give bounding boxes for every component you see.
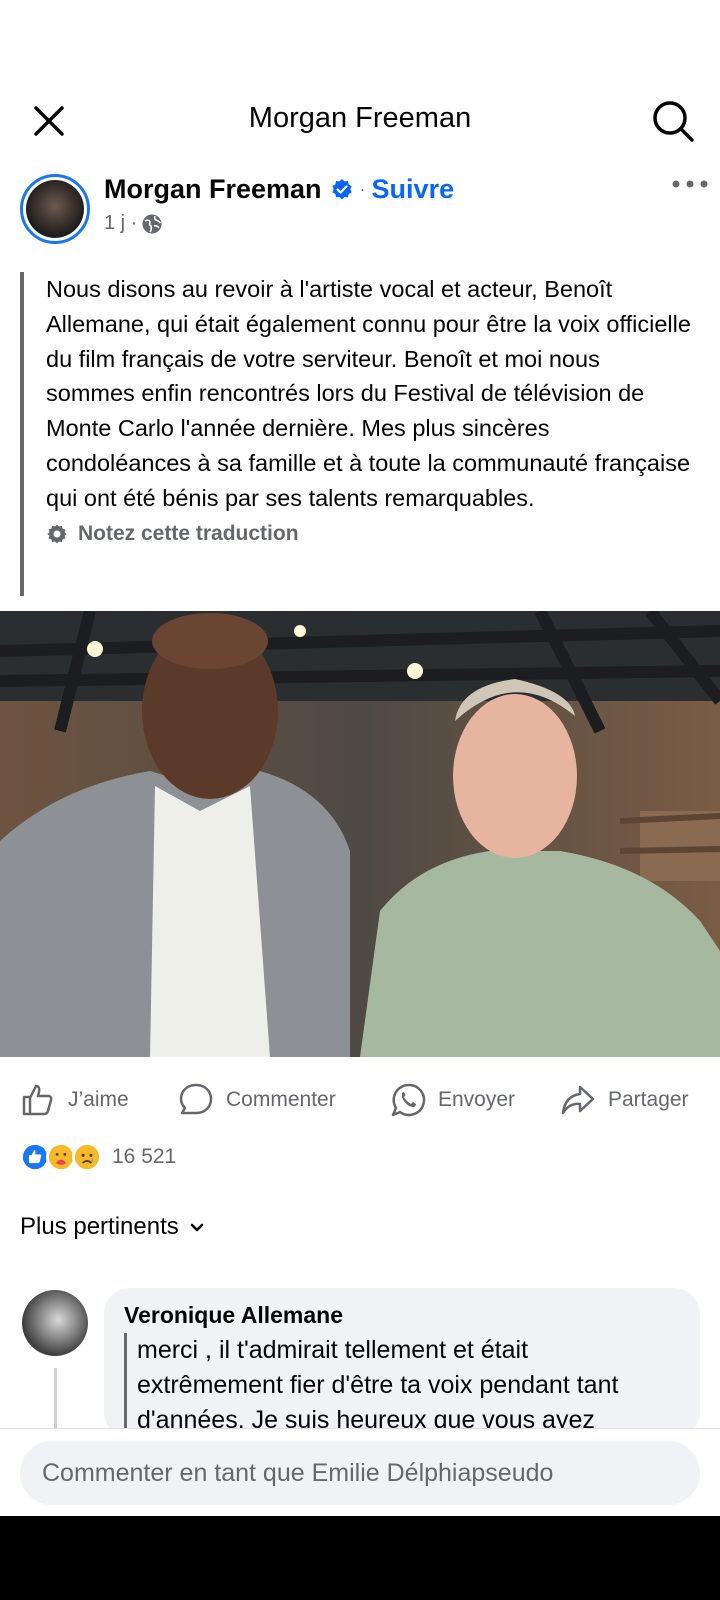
page-title: Morgan Freeman <box>248 102 472 134</box>
like-button[interactable]: J’aime <box>20 1082 129 1118</box>
post-text-block: Nous disons au revoir à l'artiste vocal … <box>20 272 692 596</box>
photo-illustration <box>0 611 720 1057</box>
system-navigation-bar <box>0 1516 720 1600</box>
comment-label: Commenter <box>226 1088 336 1111</box>
send-label: Envoyer <box>438 1088 516 1111</box>
comment-input-placeholder: Commenter en tant que Emilie Délphiapseu… <box>42 1458 554 1487</box>
comment-button[interactable]: Commenter <box>178 1082 336 1118</box>
post-header: Morgan Freeman · Suivre 1 j · <box>20 172 710 248</box>
follow-button[interactable]: Suivre <box>372 174 455 205</box>
thread-line <box>54 1368 57 1428</box>
comment-input[interactable]: Commenter en tant que Emilie Délphiapseu… <box>20 1441 700 1505</box>
action-bar: J’aime Commenter Envoyer Partager <box>0 1070 720 1130</box>
comment-item: Veronique Allemane merci , il t'admirait… <box>20 1288 700 1438</box>
verified-badge-icon <box>331 178 352 199</box>
whatsapp-icon <box>391 1083 426 1117</box>
post-text: Nous disons au revoir à l'artiste vocal … <box>46 276 691 511</box>
share-icon <box>561 1085 595 1115</box>
top-bar: Morgan Freeman <box>0 80 720 160</box>
post-time: 1 j · <box>104 212 138 234</box>
search-icon[interactable] <box>650 98 696 144</box>
rate-translation-label: Notez cette traduction <box>78 521 299 545</box>
share-label: Partager <box>608 1088 689 1111</box>
comment-bubble[interactable]: Veronique Allemane merci , il t'admirait… <box>104 1288 700 1438</box>
like-label: J’aime <box>68 1088 129 1111</box>
commenter-avatar[interactable] <box>22 1290 88 1356</box>
rate-translation[interactable]: Notez cette traduction <box>46 522 692 546</box>
more-options-icon[interactable] <box>670 172 710 196</box>
globe-icon <box>142 214 162 233</box>
sort-label: Plus pertinents <box>20 1213 179 1240</box>
chevron-down-icon <box>190 1223 204 1232</box>
author-avatar[interactable] <box>20 174 90 244</box>
post-meta: 1 j · <box>104 212 163 235</box>
reaction-count: 16 521 <box>112 1145 177 1168</box>
comment-icon <box>179 1083 213 1115</box>
comment-composer: Commenter en tant que Emilie Délphiapseu… <box>0 1428 720 1516</box>
sad-reaction-icon <box>72 1142 102 1172</box>
separator-dot: · <box>359 179 366 199</box>
author-row: Morgan Freeman · Suivre <box>104 174 454 205</box>
commenter-name[interactable]: Veronique Allemane <box>124 1302 680 1329</box>
send-button[interactable]: Envoyer <box>390 1082 515 1118</box>
thumbs-up-icon <box>22 1084 53 1116</box>
comment-sort-dropdown[interactable]: Plus pertinents <box>20 1213 207 1241</box>
author-name[interactable]: Morgan Freeman <box>104 174 322 205</box>
comment-text: merci , il t'admirait tellement et était… <box>124 1333 680 1438</box>
reactions-summary[interactable]: 16 521 <box>20 1142 176 1172</box>
gear-icon <box>47 524 67 544</box>
post-photo[interactable] <box>0 611 720 1057</box>
share-button[interactable]: Partager <box>560 1082 689 1118</box>
